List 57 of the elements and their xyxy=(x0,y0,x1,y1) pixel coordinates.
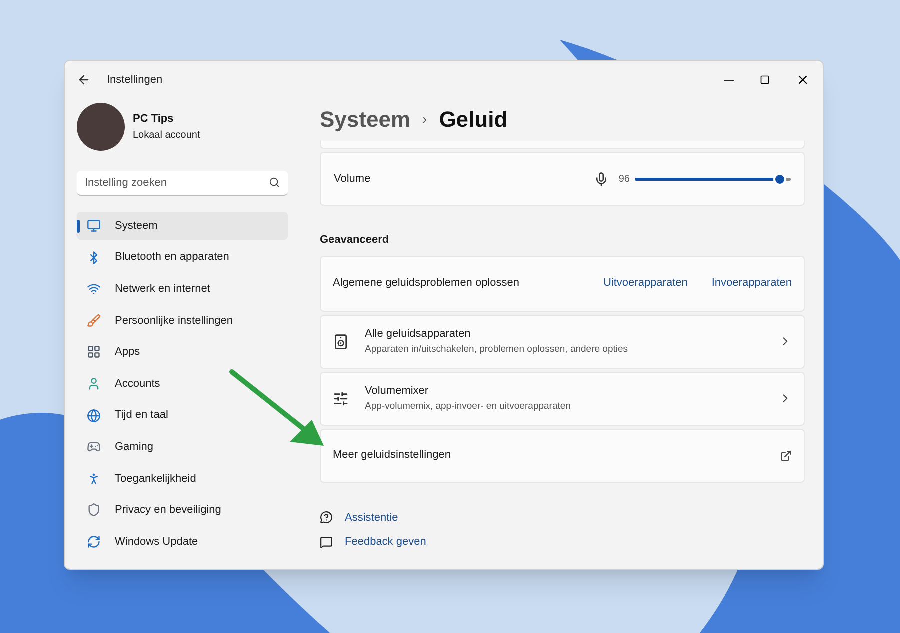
troubleshoot-link[interactable]: Invoerapparaten xyxy=(712,275,792,292)
row-subtitle: App-volumemix, app-invoer- en uitvoerapparaten xyxy=(365,400,571,414)
slider-thumb[interactable] xyxy=(774,172,787,186)
troubleshoot-label: Algemene geluidsproblemen oplossen xyxy=(333,276,520,292)
profile-name: PC Tips xyxy=(133,112,175,128)
refresh-icon xyxy=(87,534,101,549)
account-type: Lokaal account xyxy=(133,128,200,143)
apps-grid-icon xyxy=(87,345,101,360)
back-icon[interactable] xyxy=(77,73,91,87)
settings-row[interactable]: Meer geluidsinstellingen xyxy=(320,428,805,482)
row-title: Meer geluidsinstellingen xyxy=(333,448,452,464)
breadcrumb-separator: › xyxy=(422,110,428,128)
search-icon xyxy=(269,177,280,188)
avatar xyxy=(77,103,125,151)
globe-icon xyxy=(87,408,101,423)
volume-label: Volume xyxy=(334,172,371,187)
sidebar-item[interactable]: Persoonlijke instellingen xyxy=(77,306,288,335)
close-icon xyxy=(796,73,810,87)
wifi-icon xyxy=(87,282,101,296)
sliders-icon xyxy=(333,390,349,406)
settings-row[interactable]: Alle geluidsapparaten Apparaten in/uitschakelen, problemen oplossen, andere opties xyxy=(320,314,805,368)
monitor-icon xyxy=(87,219,101,233)
microphone-icon[interactable] xyxy=(594,172,609,186)
footer-link[interactable]: Feedback geven xyxy=(345,534,426,550)
footer-link[interactable]: Assistentie xyxy=(345,510,398,526)
breadcrumb-parent[interactable]: Systeem xyxy=(320,102,411,136)
settings-row[interactable]: Volumemixer App-volumemix, app-invoer- en uitvoerapparaten xyxy=(320,372,805,426)
accessibility-icon xyxy=(87,472,101,486)
volume-slider[interactable] xyxy=(635,173,791,185)
feedback-icon xyxy=(320,536,333,549)
brush-icon xyxy=(87,314,101,328)
sidebar-item[interactable]: Accounts xyxy=(77,370,288,398)
selection-indicator xyxy=(77,220,80,233)
page-title: Geluid xyxy=(439,106,508,134)
help-icon xyxy=(320,511,333,524)
maximize-icon xyxy=(760,75,770,85)
troubleshoot-link[interactable]: Uitvoerapparaten xyxy=(603,275,688,292)
sidebar-item[interactable]: Tijd en taal xyxy=(77,402,288,430)
section-heading: Geavanceerd xyxy=(320,233,390,248)
row-subtitle: Apparaten in/uitschakelen, problemen oplossen, andere opties xyxy=(365,342,628,357)
row-title: Volumemixer xyxy=(365,384,430,400)
sidebar-item[interactable]: Systeem xyxy=(77,212,288,240)
shield-icon xyxy=(87,503,101,518)
sidebar-item[interactable]: Apps xyxy=(77,338,288,366)
speaker-icon xyxy=(333,334,349,350)
volume-reading: 96 xyxy=(618,172,630,186)
window-title: Instellingen xyxy=(107,72,163,88)
row-title: Alle geluidsapparaten xyxy=(365,327,472,342)
sidebar-item[interactable]: Toegankelijkheid xyxy=(77,464,288,493)
sidebar-item[interactable]: Gaming xyxy=(77,433,288,462)
sidebar-item[interactable]: Netwerk en internet xyxy=(77,275,288,304)
sidebar-item[interactable]: Privacy en beveiliging xyxy=(77,496,288,524)
sidebar-item[interactable]: Windows Update xyxy=(77,528,288,556)
sidebar-item[interactable]: Bluetooth en apparaten xyxy=(77,244,288,272)
search-field[interactable]: Instelling zoeken xyxy=(77,171,288,196)
gamepad-icon xyxy=(87,440,101,454)
person-icon xyxy=(87,376,101,391)
